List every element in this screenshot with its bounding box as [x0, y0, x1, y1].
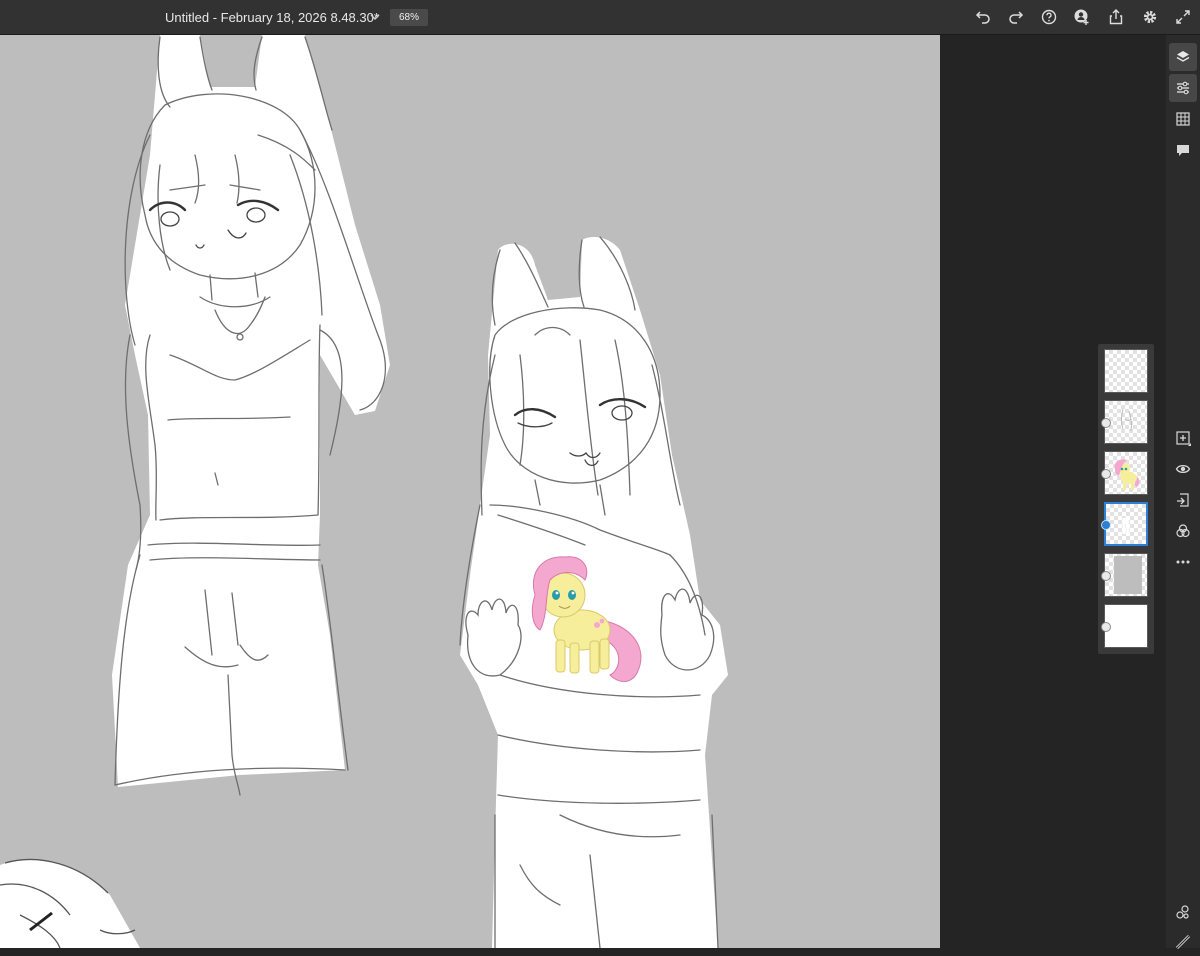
zoom-level[interactable]: 68%	[390, 9, 428, 26]
layers-panel-icon[interactable]	[1169, 43, 1197, 71]
redo-icon[interactable]	[1007, 8, 1025, 26]
invite-user-icon[interactable]	[1073, 8, 1091, 26]
layer-properties-icon[interactable]	[1169, 74, 1197, 102]
comments-icon[interactable]	[1169, 136, 1197, 164]
sketch-artwork	[0, 35, 728, 948]
top-bar: Untitled - February 18, 2026 8.48.30* 68…	[0, 0, 1200, 35]
undo-icon[interactable]	[974, 8, 992, 26]
settings-gear-icon[interactable]	[1141, 8, 1159, 26]
more-options-icon[interactable]	[1169, 548, 1197, 576]
add-layer-icon[interactable]	[1169, 424, 1197, 452]
layer-badge-5[interactable]	[1101, 571, 1111, 581]
grid-icon[interactable]	[1169, 105, 1197, 133]
chevron-down-icon[interactable]	[368, 10, 382, 24]
blend-mode-icon[interactable]	[1169, 517, 1197, 545]
layer-badge-3[interactable]	[1101, 469, 1111, 479]
visibility-eye-icon[interactable]	[1169, 455, 1197, 483]
document-title[interactable]: Untitled - February 18, 2026 8.48.30*	[165, 10, 379, 25]
drawing-canvas[interactable]	[0, 35, 940, 948]
shapes-icon[interactable]	[1169, 898, 1197, 926]
layer-badge-4[interactable]	[1101, 520, 1111, 530]
merge-down-icon[interactable]	[1169, 486, 1197, 514]
fullscreen-icon[interactable]	[1174, 8, 1192, 26]
layer-badge-6[interactable]	[1101, 622, 1111, 632]
layer-badge-2[interactable]	[1101, 418, 1111, 428]
ruler-icon[interactable]	[1169, 928, 1197, 956]
share-export-icon[interactable]	[1107, 8, 1125, 26]
layer-thumbnail-1[interactable]	[1104, 349, 1148, 393]
help-icon[interactable]	[1040, 8, 1058, 26]
